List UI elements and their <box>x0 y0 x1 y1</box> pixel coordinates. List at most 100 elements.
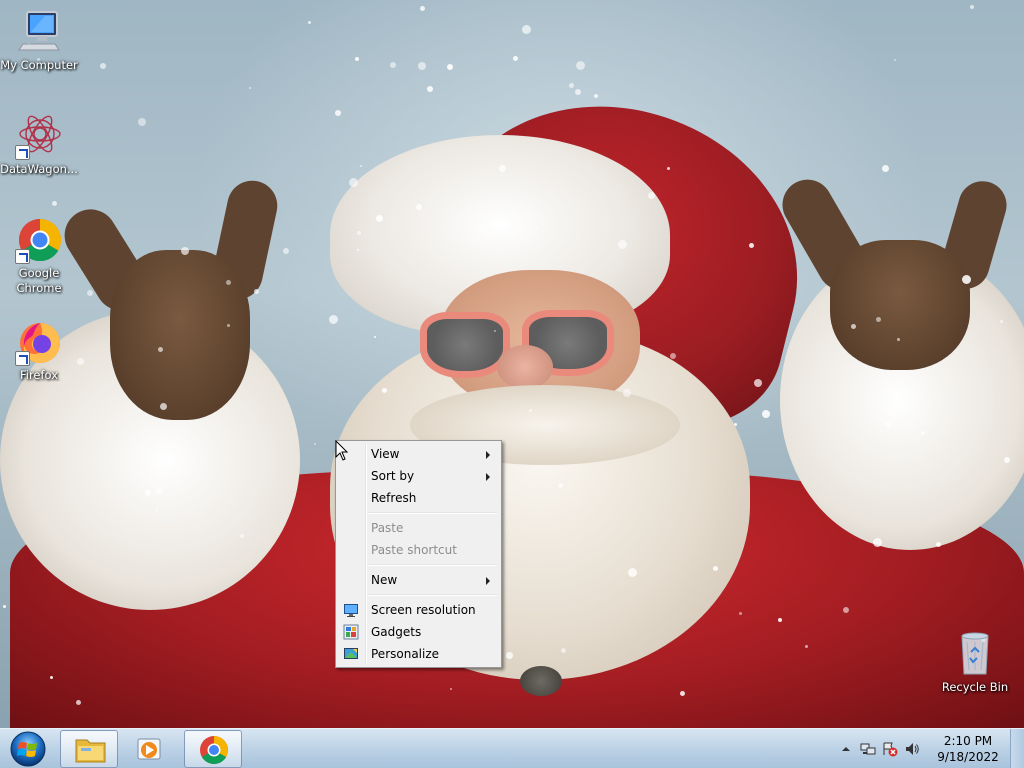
wallpaper-right-glove <box>830 240 970 370</box>
submenu-arrow-icon <box>486 577 490 585</box>
snowflake <box>623 389 631 397</box>
network-icon[interactable] <box>860 741 876 757</box>
snowflake <box>569 83 574 88</box>
folder-icon <box>75 739 106 763</box>
action-center-icon[interactable] <box>882 741 898 757</box>
menu-item-screen-resolution[interactable]: Screen resolution <box>338 599 499 621</box>
snowflake <box>529 409 532 412</box>
gadgets-icon <box>343 624 359 640</box>
snowflake <box>680 691 685 696</box>
snowflake <box>226 280 231 285</box>
snowflake <box>450 688 452 690</box>
snowflake <box>876 317 881 322</box>
desktop-context-menu[interactable]: View Sort by Refresh Paste Paste shortcu… <box>335 440 502 668</box>
snowflake <box>87 290 93 296</box>
menu-separator <box>338 561 499 569</box>
snowflake <box>970 5 974 9</box>
snowflake <box>420 6 425 11</box>
snowflake <box>1000 320 1003 323</box>
snowflake <box>594 94 598 98</box>
snowflake <box>670 353 676 359</box>
snowflake <box>921 431 925 435</box>
snowflake <box>357 249 359 251</box>
show-hidden-icons-icon[interactable] <box>838 741 854 757</box>
snowflake <box>843 607 849 613</box>
menu-item-label: View <box>371 447 400 461</box>
snowflake <box>561 648 566 653</box>
system-tray: 2:10 PM 9/18/2022 <box>834 729 1024 768</box>
snowflake <box>138 118 146 126</box>
snowflake <box>227 324 230 327</box>
taskbar-button-explorer[interactable] <box>60 730 118 768</box>
datawagon-icon <box>15 112 63 160</box>
snowflake <box>355 57 359 61</box>
snowflake <box>283 248 289 254</box>
snowflake <box>754 379 762 387</box>
snowflake <box>335 110 341 116</box>
desktop-icon-firefox[interactable]: Firefox <box>0 318 78 383</box>
snowflake <box>962 275 971 284</box>
desktop-icon-google-chrome[interactable]: Google Chrome <box>0 216 78 296</box>
snowflake <box>329 315 338 324</box>
snowflake <box>851 324 856 329</box>
shortcut-arrow-icon <box>15 145 30 160</box>
snowflake <box>749 243 754 248</box>
menu-item-label: New <box>371 573 398 587</box>
start-button[interactable] <box>4 730 52 768</box>
menu-item-paste: Paste <box>338 517 499 539</box>
snowflake <box>52 201 57 206</box>
snowflake <box>558 483 563 488</box>
snowflake <box>734 423 737 426</box>
snowflake <box>158 347 163 352</box>
snowflake <box>249 87 251 89</box>
clock-date: 9/18/2022 <box>937 750 999 764</box>
snowflake <box>416 204 422 210</box>
snowflake <box>628 568 637 577</box>
desktop-icon-label: Google Chrome <box>16 266 62 295</box>
snowflake <box>50 676 53 679</box>
computer-icon <box>15 8 63 56</box>
chrome-icon <box>200 736 228 764</box>
personalize-icon <box>344 648 358 659</box>
volume-icon[interactable] <box>904 741 920 757</box>
snowflake <box>418 62 426 70</box>
menu-item-personalize[interactable]: Personalize <box>338 643 499 665</box>
menu-item-refresh[interactable]: Refresh <box>338 487 499 509</box>
taskbar-button-chrome[interactable] <box>184 730 242 768</box>
desktop-icon-label: DataWagon... <box>0 162 78 176</box>
wallpaper-left-glove <box>110 250 250 420</box>
shortcut-arrow-icon <box>15 249 30 264</box>
snowflake <box>254 289 259 294</box>
menu-item-new[interactable]: New <box>338 569 499 591</box>
snowflake <box>357 231 361 235</box>
menu-separator <box>338 509 499 517</box>
taskbar-button-media-player[interactable] <box>120 730 178 768</box>
menu-item-label: Sort by <box>371 469 415 483</box>
snowflake <box>576 61 585 70</box>
desktop-wallpaper[interactable] <box>0 0 1024 728</box>
desktop-icon-label: Firefox <box>19 368 59 382</box>
menu-item-view[interactable]: View <box>338 443 499 465</box>
snowflake <box>156 509 158 511</box>
snowflake <box>382 388 387 393</box>
desktop-icon-my-computer[interactable]: My Computer <box>0 8 78 73</box>
menu-item-label: Personalize <box>371 647 440 661</box>
snowflake <box>778 618 782 622</box>
clock-time: 2:10 PM <box>943 734 993 748</box>
show-desktop-button[interactable] <box>1010 729 1024 768</box>
snowflake <box>76 700 81 705</box>
menu-item-sort-by[interactable]: Sort by <box>338 465 499 487</box>
taskbar: 2:10 PM 9/18/2022 <box>0 728 1024 768</box>
snowflake <box>618 240 627 249</box>
desktop-icon-datawagon[interactable]: DataWagon... <box>0 112 78 177</box>
snowflake <box>885 422 890 427</box>
desktop-icon-recycle-bin[interactable]: Recycle Bin <box>936 630 1014 695</box>
menu-item-gadgets[interactable]: Gadgets <box>338 621 499 643</box>
menu-item-label: Refresh <box>371 491 417 505</box>
menu-item-label: Paste <box>371 521 404 535</box>
snowflake <box>145 490 151 496</box>
snowflake <box>506 652 513 659</box>
snowflake <box>575 89 581 95</box>
clock[interactable]: 2:10 PM 9/18/2022 <box>930 733 1006 765</box>
snowflake <box>882 165 889 172</box>
